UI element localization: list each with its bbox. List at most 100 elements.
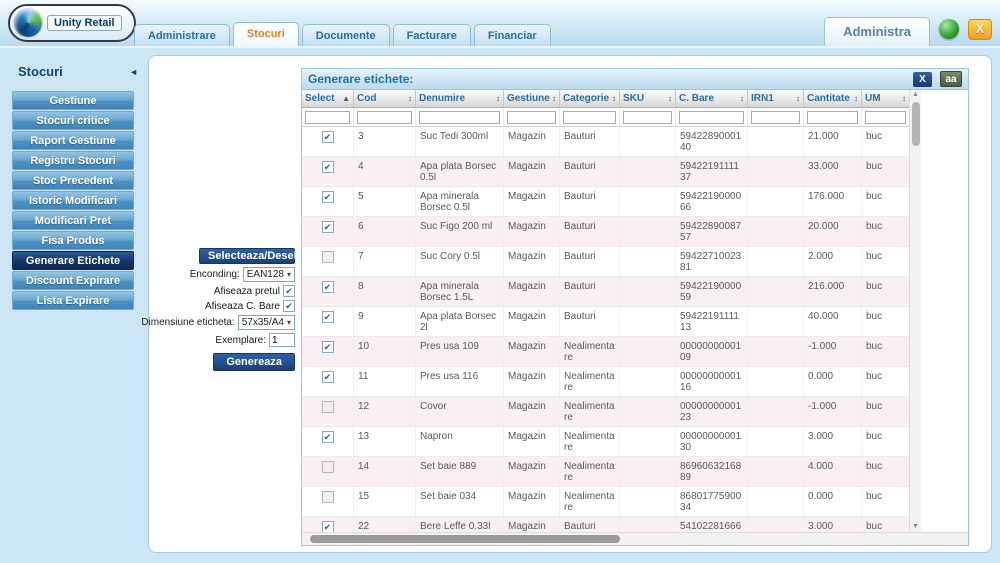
user-label[interactable]: Administra — [824, 17, 930, 46]
row-select-checkbox[interactable]: ✔ — [322, 191, 334, 203]
filter-input-um[interactable] — [865, 111, 906, 124]
table-row[interactable]: ✔10Pres usa 109MagazinNealimentare000000… — [302, 337, 910, 367]
sidebar-item-raport-gestiune[interactable]: Raport Gestiune — [12, 131, 134, 150]
scroll-up-icon[interactable]: ▲ — [912, 90, 919, 100]
show-price-checkbox[interactable]: ✔ — [283, 285, 295, 297]
column-header-c_bare[interactable]: C. Bare↕ — [676, 90, 748, 107]
filter-cell-um — [862, 108, 910, 126]
font-size-button[interactable]: aa — [940, 71, 962, 87]
row-select-checkbox[interactable]: ✔ — [322, 461, 334, 473]
sidebar-item-fisa-produs[interactable]: Fisa Produs — [12, 231, 134, 250]
horizontal-scroll-thumb[interactable] — [310, 535, 620, 543]
column-header-sku[interactable]: SKU↕ — [620, 90, 676, 107]
filter-input-categorie[interactable] — [563, 111, 616, 124]
vertical-scroll-thumb[interactable] — [912, 102, 920, 146]
sidebar-item-discount-expirare[interactable]: Discount Expirare — [12, 271, 134, 290]
tab-financiar[interactable]: Financiar — [474, 24, 551, 46]
sidebar-item-generare-etichete[interactable]: Generare Etichete — [12, 251, 134, 270]
column-header-um[interactable]: UM↕ — [862, 90, 910, 107]
column-header-denumire[interactable]: Denumire↕ — [416, 90, 504, 107]
filter-input-irn1[interactable] — [751, 111, 800, 124]
tab-administrare[interactable]: Administrare — [134, 24, 230, 46]
row-select-checkbox[interactable]: ✔ — [322, 341, 334, 353]
cell-categorie: Bauturi — [560, 157, 620, 186]
table-row[interactable]: ✔14Set baie 889MagazinNealimentare869606… — [302, 457, 910, 487]
sort-icon[interactable]: ↕ — [796, 94, 800, 103]
filter-input-sku[interactable] — [623, 111, 672, 124]
sort-icon[interactable]: ↕ — [854, 94, 858, 103]
table-row[interactable]: ✔9Apa plata Borsec 2lMagazinBauturi59422… — [302, 307, 910, 337]
row-select-checkbox[interactable]: ✔ — [322, 401, 334, 413]
sort-icon[interactable]: ↕ — [408, 94, 412, 103]
table-row[interactable]: ✔6Suc Figo 200 mlMagazinBauturi594228900… — [302, 217, 910, 247]
cell-gestiune: Magazin — [504, 127, 560, 156]
sidebar-item-stocuri-critice[interactable]: Stocuri critice — [12, 111, 134, 130]
filter-input-cod[interactable] — [357, 111, 412, 124]
sidebar-item-lista-expirare[interactable]: Lista Expirare — [12, 291, 134, 310]
window-close-button[interactable]: X — [913, 72, 932, 87]
row-select-checkbox[interactable]: ✔ — [322, 221, 334, 233]
select-all-button[interactable]: Selecteaza/Desel. — [199, 248, 295, 264]
filter-input-c_bare[interactable] — [679, 111, 744, 124]
sidebar-item-modificari-pret[interactable]: Modificari Pret — [12, 211, 134, 230]
column-header-cantitate[interactable]: Cantitate ↕ — [804, 90, 862, 107]
label-size-select[interactable]: 57x35/A4 ▾ — [238, 315, 295, 330]
row-select-checkbox[interactable]: ✔ — [322, 521, 334, 532]
show-barcode-checkbox[interactable]: ✔ — [283, 300, 295, 312]
row-select-checkbox[interactable]: ✔ — [322, 431, 334, 443]
sort-icon[interactable]: ↕ — [552, 94, 556, 103]
scroll-down-icon[interactable]: ▼ — [912, 522, 919, 532]
table-row[interactable]: ✔8Apa minerala Borsec 1.5LMagazinBauturi… — [302, 277, 910, 307]
filter-input-cantitate[interactable] — [807, 111, 858, 124]
row-select-checkbox[interactable]: ✔ — [322, 371, 334, 383]
tab-stocuri[interactable]: Stocuri — [233, 22, 299, 46]
copies-input[interactable] — [269, 333, 295, 347]
table-row[interactable]: ✔11Pres usa 116MagazinNealimentare000000… — [302, 367, 910, 397]
sort-icon[interactable]: ↕ — [668, 94, 672, 103]
column-label: Cantitate — [807, 93, 850, 104]
chevron-down-icon: ▾ — [287, 318, 291, 327]
horizontal-scrollbar[interactable] — [302, 532, 968, 545]
column-header-gestiune[interactable]: Gestiune↕ — [504, 90, 560, 107]
table-row[interactable]: ✔7Suc Cory 0.5lMagazinBauturi59422710023… — [302, 247, 910, 277]
filter-input-gestiune[interactable] — [507, 111, 556, 124]
row-select-checkbox[interactable]: ✔ — [322, 161, 334, 173]
cell-categorie: Bauturi — [560, 517, 620, 532]
sort-icon[interactable]: ↕ — [902, 94, 906, 103]
column-header-categorie[interactable]: Categorie↕ — [560, 90, 620, 107]
sidebar-item-istoric-modificari[interactable]: Istoric Modificari — [12, 191, 134, 210]
row-select-checkbox[interactable]: ✔ — [322, 131, 334, 143]
sidebar-item-gestiune[interactable]: Gestiune — [12, 91, 134, 110]
table-row[interactable]: ✔15Set baie 034MagazinNealimentare868017… — [302, 487, 910, 517]
cell-gestiune: Magazin — [504, 487, 560, 516]
encoding-select[interactable]: EAN128 ▾ — [243, 267, 295, 282]
sort-icon[interactable]: ↕ — [612, 94, 616, 103]
sort-asc-icon[interactable]: ▲ — [342, 94, 350, 103]
filter-input-select[interactable] — [305, 111, 350, 124]
sidebar-item-registru-stocuri[interactable]: Registru Stocuri — [12, 151, 134, 170]
table-row[interactable]: ✔22Bere Leffe 0.33lMagazinBauturi5410228… — [302, 517, 910, 532]
table-row[interactable]: ✔13NapronMagazinNealimentare000000000013… — [302, 427, 910, 457]
generate-button[interactable]: Genereaza — [213, 353, 295, 371]
collapse-arrow-icon[interactable]: ◄ — [129, 67, 138, 77]
vertical-scrollbar[interactable]: ▲ ▼ — [909, 90, 921, 532]
app-close-button[interactable]: X — [968, 19, 992, 40]
column-header-irn1[interactable]: IRN1↕ — [748, 90, 804, 107]
table-row[interactable]: ✔4Apa plata Borsec 0.5lMagazinBauturi594… — [302, 157, 910, 187]
tab-facturare[interactable]: Facturare — [393, 24, 471, 46]
row-select-checkbox[interactable]: ✔ — [322, 491, 334, 503]
row-select-checkbox[interactable]: ✔ — [322, 281, 334, 293]
table-row[interactable]: ✔5Apa minerala Borsec 0.5lMagazinBauturi… — [302, 187, 910, 217]
column-header-select[interactable]: Select▲ — [302, 90, 354, 107]
tab-documente[interactable]: Documente — [302, 24, 390, 46]
column-header-cod[interactable]: Cod↕ — [354, 90, 416, 107]
row-select-checkbox[interactable]: ✔ — [322, 251, 334, 263]
status-indicator-icon[interactable] — [939, 19, 959, 39]
row-select-checkbox[interactable]: ✔ — [322, 311, 334, 323]
sidebar-item-stoc-precedent[interactable]: Stoc Precedent — [12, 171, 134, 190]
sort-icon[interactable]: ↕ — [496, 94, 500, 103]
sort-icon[interactable]: ↕ — [740, 94, 744, 103]
table-row[interactable]: ✔12CovorMagazinNealimentare0000000000123… — [302, 397, 910, 427]
filter-input-denumire[interactable] — [419, 111, 500, 124]
table-row[interactable]: ✔3Suc Tedi 300mlMagazinBauturi5942289000… — [302, 127, 910, 157]
